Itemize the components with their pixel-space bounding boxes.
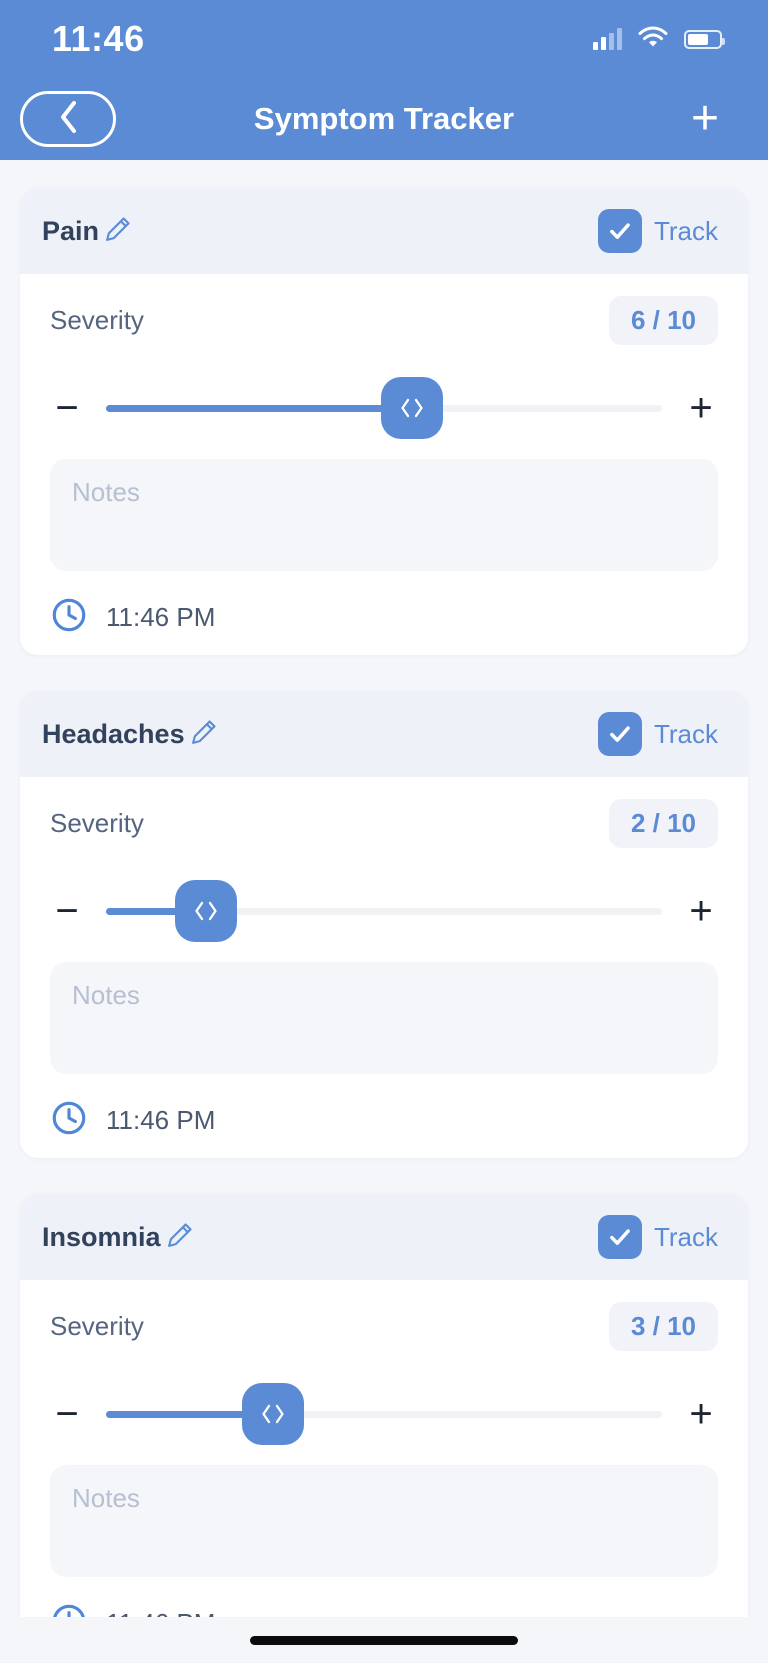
symptom-card-body: Severity 3 / 10 − + Notes [20,1280,748,1661]
slider-fill [106,404,412,412]
severity-slider[interactable] [106,1377,662,1451]
status-bar-icons [593,25,725,53]
increment-button[interactable]: + [684,388,718,428]
symptom-card: Pain Track Severity 6 / 10 − + Notes 11:… [20,188,748,655]
symptom-name-group[interactable]: Pain [42,214,133,249]
severity-row: Severity 3 / 10 [50,1302,718,1351]
symptom-card-header: Headaches Track [20,691,748,777]
track-toggle[interactable]: Track [597,209,718,253]
decrement-button[interactable]: − [50,388,84,428]
decrement-button[interactable]: − [50,1394,84,1434]
check-icon [610,1229,630,1245]
track-checkbox[interactable] [597,209,642,253]
severity-badge: 3 / 10 [608,1302,718,1351]
severity-slider-row: − + [50,874,718,948]
symptom-card: Headaches Track Severity 2 / 10 − + Note… [20,691,748,1158]
cellular-signal-icon [593,28,622,50]
nav-bar: Symptom Tracker + [0,78,768,160]
clock-icon [50,1099,88,1142]
slider-thumb[interactable] [380,377,443,439]
severity-label: Severity [50,808,144,838]
check-icon [610,223,630,239]
notes-input[interactable] [50,962,718,1074]
edit-pencil-icon[interactable] [165,1220,195,1255]
notes-input[interactable] [50,1465,718,1577]
symptom-card-body: Severity 6 / 10 − + Notes 11:46 PM [20,274,748,655]
check-icon [610,726,630,742]
severity-label: Severity [50,1311,144,1341]
home-indicator[interactable] [250,1635,518,1645]
severity-slider-row: − + [50,371,718,445]
track-label: Track [653,1221,718,1252]
wifi-icon [638,25,668,53]
add-symptom-button[interactable]: + [680,94,730,144]
increment-button[interactable]: + [684,891,718,931]
severity-label: Severity [50,305,144,335]
symptom-card-header: Insomnia Track [20,1194,748,1280]
edit-pencil-icon[interactable] [189,717,219,752]
severity-slider[interactable] [106,874,662,948]
symptom-card: Insomnia Track Severity 3 / 10 − + Notes [20,1194,748,1661]
symptom-card-header: Pain Track [20,188,748,274]
track-checkbox[interactable] [597,1215,642,1259]
track-label: Track [653,718,718,749]
track-toggle[interactable]: Track [597,712,718,756]
symptom-list[interactable]: Pain Track Severity 6 / 10 − + Notes 11:… [0,160,768,1663]
severity-slider[interactable] [106,371,662,445]
battery-icon [684,29,725,49]
notes-input[interactable] [50,459,718,571]
severity-badge: 6 / 10 [608,296,718,345]
chevron-left-icon [58,100,78,139]
track-label: Track [653,215,718,246]
slider-thumb[interactable] [241,1383,304,1445]
track-checkbox[interactable] [597,712,642,756]
slider-thumb[interactable] [175,880,238,942]
time-row[interactable]: 11:46 PM [50,1082,718,1158]
track-toggle[interactable]: Track [597,1215,718,1259]
time-row[interactable]: 11:46 PM [50,579,718,655]
chevron-left-right-icon [262,1404,284,1424]
symptom-name-group[interactable]: Insomnia [42,1220,195,1255]
decrement-button[interactable]: − [50,891,84,931]
increment-button[interactable]: + [684,1394,718,1434]
back-button[interactable] [20,91,116,147]
symptom-name-group[interactable]: Headaches [42,717,219,752]
severity-badge: 2 / 10 [608,799,718,848]
status-bar-time: 11:46 [52,18,145,59]
chevron-left-right-icon [401,398,423,418]
symptom-name: Pain [42,215,100,246]
symptom-card-body: Severity 2 / 10 − + Notes 11:46 PM [20,777,748,1158]
home-indicator-area [0,1617,768,1663]
status-bar: 11:46 [0,0,768,78]
symptom-name: Headaches [42,718,185,749]
time-value: 11:46 PM [106,601,216,632]
severity-row: Severity 2 / 10 [50,799,718,848]
severity-row: Severity 6 / 10 [50,296,718,345]
time-value: 11:46 PM [106,1104,216,1135]
edit-pencil-icon[interactable] [103,214,133,249]
clock-icon [50,596,88,639]
chevron-left-right-icon [195,901,217,921]
severity-slider-row: − + [50,1377,718,1451]
symptom-name: Insomnia [42,1221,161,1252]
